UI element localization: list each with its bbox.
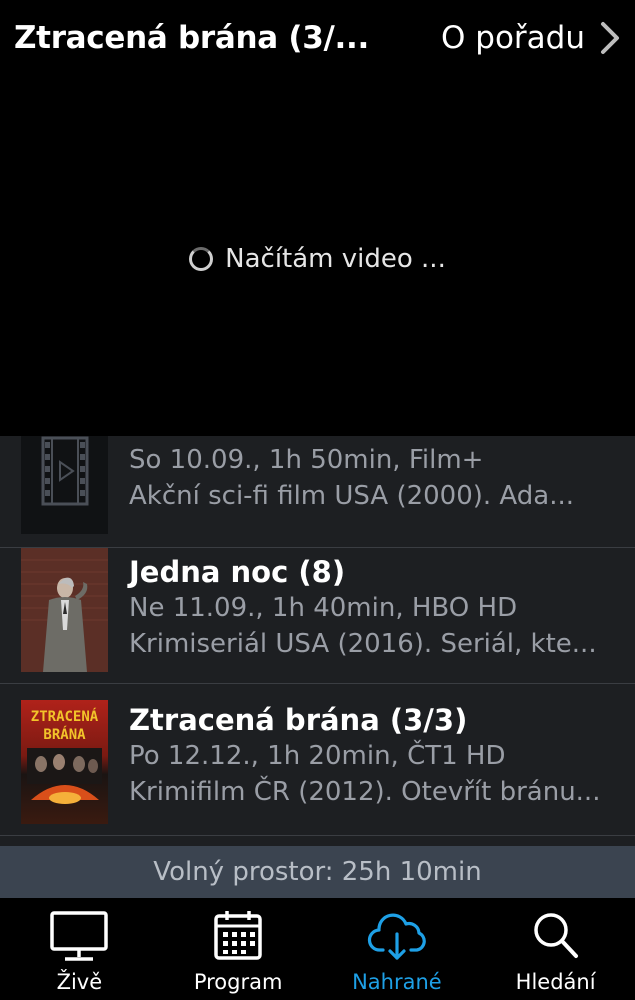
about-show-label: O pořadu <box>441 20 585 56</box>
list-item[interactable]: Jedna noc (8) Ne 11.09., 1h 40min, HBO H… <box>0 534 635 684</box>
bottom-navigation: Živě Program Nahrané Hledání <box>0 898 635 1000</box>
list-item[interactable]: So 10.09., 1h 50min, Film+ Akční sci-fi … <box>0 436 635 548</box>
chevron-right-icon <box>601 22 619 54</box>
movie-poster-art <box>27 748 102 804</box>
tab-recorded[interactable]: Nahrané <box>318 898 477 1000</box>
film-placeholder-thumbnail <box>21 436 108 534</box>
man-in-coat-poster <box>21 548 108 672</box>
free-space-bar: Volný prostor: 25h 10min <box>0 846 635 898</box>
loading-indicator: Načítám video ... <box>0 244 635 274</box>
about-show-link[interactable]: O pořadu <box>441 20 621 56</box>
search-icon <box>533 913 578 958</box>
video-player[interactable]: Načítám video ... <box>0 76 635 436</box>
recording-title: Ztracená brána (3/3) <box>129 703 468 737</box>
tv-icon <box>50 911 109 961</box>
poster-thumbnail <box>21 548 108 672</box>
list-item[interactable]: ZTRACENÁ BRÁNA Ztracená brána (3/3) Po 1… <box>0 686 635 836</box>
tab-program[interactable]: Program <box>159 898 318 1000</box>
free-space-text: Volný prostor: 25h 10min <box>153 857 482 887</box>
recording-description: Akční sci-fi film USA (2000). Ada... <box>129 481 574 511</box>
recording-title: Jedna noc (8) <box>129 555 346 589</box>
recording-description: Krimifilm ČR (2012). Otevřít bránu... <box>129 777 601 807</box>
cloud-download-icon <box>367 913 426 960</box>
recording-meta: So 10.09., 1h 50min, Film+ <box>129 445 484 475</box>
recording-description: Krimiseriál USA (2016). Seriál, kte... <box>129 629 597 659</box>
calendar-icon <box>214 911 262 960</box>
poster-thumbnail: ZTRACENÁ BRÁNA <box>21 700 108 824</box>
tab-label: Program <box>193 970 283 994</box>
spinner-icon <box>189 247 214 271</box>
top-bar: Ztracená brána (3/... O pořadu <box>0 0 635 76</box>
tab-label: Nahrané <box>352 970 442 994</box>
film-strip-icon <box>41 436 89 506</box>
tab-label: Živě <box>56 970 103 994</box>
recording-meta: Ne 11.09., 1h 40min, HBO HD <box>129 593 518 623</box>
loading-text: Načítám video ... <box>225 244 446 274</box>
recording-meta: Po 12.12., 1h 20min, ČT1 HD <box>129 741 506 771</box>
tab-live[interactable]: Živě <box>0 898 159 1000</box>
tab-search[interactable]: Hledání <box>476 898 635 1000</box>
program-title: Ztracená brána (3/... <box>14 20 369 56</box>
recordings-list[interactable]: So 10.09., 1h 50min, Film+ Akční sci-fi … <box>0 436 635 846</box>
tab-label: Hledání <box>515 970 596 994</box>
